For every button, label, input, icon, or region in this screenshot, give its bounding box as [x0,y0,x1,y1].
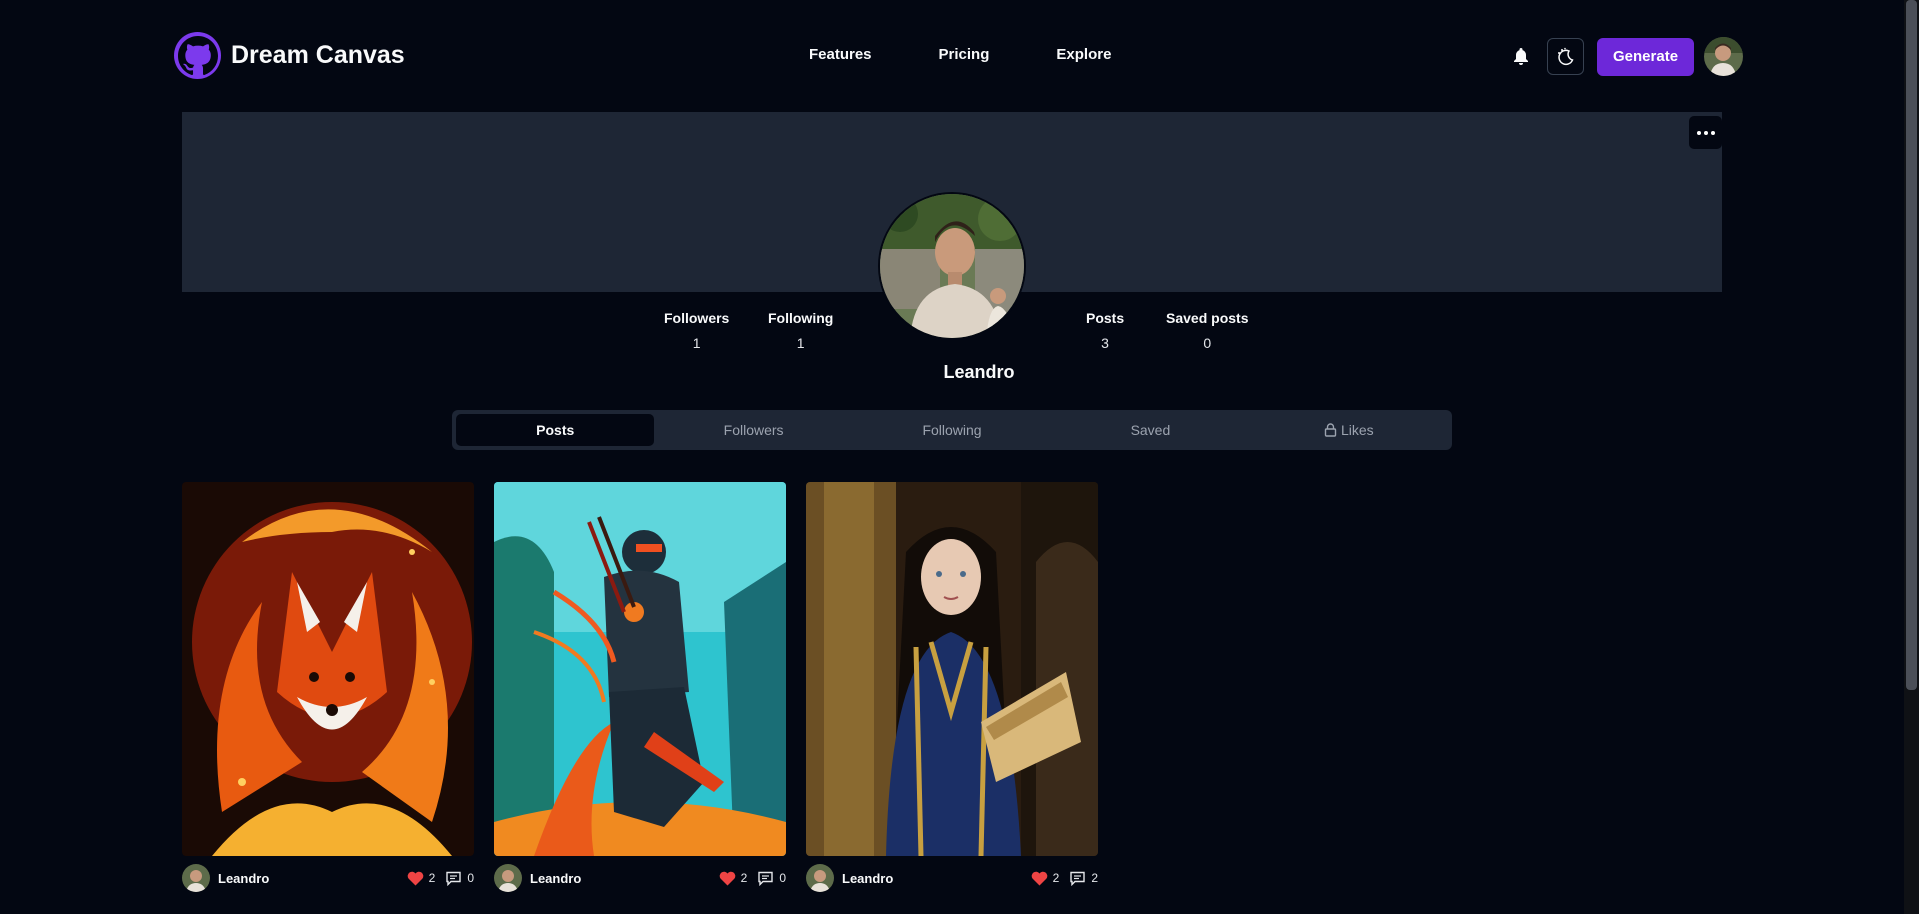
comment-count: 0 [467,871,474,885]
main-nav: Features Pricing Explore [809,46,1111,63]
stat-value: 3 [1101,335,1109,351]
post-comments[interactable]: 2 [1069,871,1098,886]
github-icon [174,32,221,79]
post-comments[interactable]: 0 [445,871,474,886]
comment-count: 2 [1091,871,1098,885]
nav-explore[interactable]: Explore [1056,46,1111,63]
tab-label: Posts [536,422,575,438]
post-card[interactable]: Leandro 2 0 [182,482,474,893]
nav-pricing[interactable]: Pricing [939,46,990,63]
post-author-avatar[interactable] [806,864,834,892]
more-icon [1696,130,1701,135]
tab-label: Saved [1130,422,1171,438]
stat-posts[interactable]: Posts 3 [1086,310,1124,351]
nav-features[interactable]: Features [809,46,872,63]
stat-following[interactable]: Following 1 [768,310,833,351]
post-image[interactable] [806,482,1098,856]
heart-icon [407,871,423,885]
like-count: 2 [428,871,436,885]
more-icon-dot [1710,130,1715,135]
post-author[interactable]: Leandro [218,871,397,886]
comment-icon [446,871,462,886]
post-author[interactable]: Leandro [842,871,1021,886]
header-actions: Generate [1510,37,1744,76]
post-meta: Leandro 2 0 [494,863,786,893]
more-icon-dot [1703,130,1708,135]
more-options-button[interactable] [1689,116,1722,149]
tab-posts[interactable]: Posts [456,414,655,446]
tab-likes[interactable]: Likes [1250,414,1448,446]
post-image[interactable] [182,482,474,856]
stat-label: Posts [1086,310,1125,326]
tab-saved[interactable]: Saved [1051,414,1249,446]
scrollbar-thumb[interactable] [1906,0,1917,690]
stat-value: 0 [1203,335,1212,351]
comment-icon [1070,871,1086,886]
profile-tabs: Posts Followers Following Saved Likes [452,410,1452,450]
tab-label: Likes [1340,422,1374,438]
stat-value: 1 [692,335,701,351]
tab-label: Followers [723,422,784,438]
page-scrollbar[interactable] [1904,0,1919,914]
heart-icon [719,871,735,885]
post-card[interactable]: Leandro 2 0 [494,482,786,893]
theme-toggle-icon [1557,47,1574,65]
post-author-avatar[interactable] [494,864,522,892]
post-comments[interactable]: 0 [757,871,786,886]
lock-icon [1324,423,1337,437]
stat-followers[interactable]: Followers 1 [664,310,729,351]
post-author[interactable]: Leandro [530,871,709,886]
tab-label: Following [922,422,982,438]
post-image[interactable] [494,482,786,856]
post-card[interactable]: Leandro 2 2 [806,482,1098,893]
post-meta: Leandro 2 0 [182,863,474,893]
profile-name-row: Leandro [0,362,1904,383]
stat-saved-posts[interactable]: Saved posts 0 [1166,310,1248,351]
comment-count: 0 [779,871,786,885]
heart-icon [1031,871,1047,885]
theme-toggle-button[interactable] [1547,38,1584,75]
user-avatar[interactable] [1704,37,1744,76]
like-count: 2 [740,871,748,885]
tab-following[interactable]: Following [853,414,1051,446]
post-meta: Leandro 2 2 [806,863,1098,893]
tab-followers[interactable]: Followers [654,414,852,446]
post-likes[interactable]: 2 [719,871,748,886]
profile-avatar [878,192,1026,340]
stat-label: Followers [664,310,730,326]
like-count: 2 [1052,871,1060,885]
generate-button[interactable]: Generate [1597,37,1695,76]
stat-label: Saved posts [1166,310,1249,326]
brand-name: Dream Canvas [231,41,405,69]
stat-value: 1 [796,335,805,351]
post-likes[interactable]: 2 [407,871,436,886]
comment-icon [758,871,774,886]
profile-name: Leandro [943,362,1015,382]
bell-icon[interactable] [1510,46,1532,68]
brand[interactable]: Dream Canvas [174,32,405,79]
top-header: Dream Canvas Features Pricing Explore Ge… [0,0,1904,112]
post-author-avatar[interactable] [182,864,210,892]
stat-label: Following [768,310,834,326]
post-likes[interactable]: 2 [1031,871,1060,886]
